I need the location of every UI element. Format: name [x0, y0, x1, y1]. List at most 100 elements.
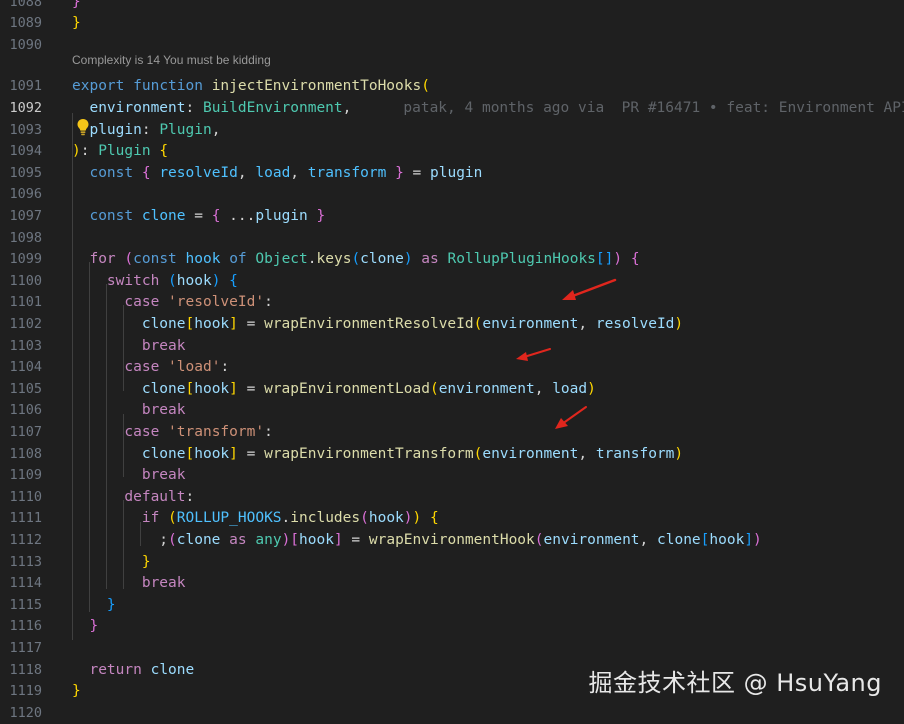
- code-line[interactable]: break: [62, 400, 904, 422]
- code-line[interactable]: }: [62, 13, 904, 35]
- code-token: hook: [185, 251, 221, 268]
- code-token: [: [185, 445, 195, 462]
- indent-guide: [106, 284, 107, 589]
- code-line[interactable]: plugin: Plugin,: [62, 120, 904, 142]
- line-number: 1104: [9, 359, 42, 376]
- code-token: :: [264, 423, 273, 440]
- code-editor[interactable]: 1088 1089 1090 1091 1092 1093 1094 1095 1096 1097…: [0, 0, 904, 721]
- code-token: plugin: [89, 121, 142, 138]
- code-token: case: [124, 359, 160, 376]
- line-number: 1110: [9, 488, 42, 505]
- code-token: }: [106, 596, 116, 613]
- code-line[interactable]: const clone = { ...plugin }: [62, 206, 904, 228]
- code-token: ,: [342, 99, 352, 116]
- code-token: break: [141, 402, 186, 419]
- code-line[interactable]: for (const hook of Object.keys(clone) as…: [62, 249, 904, 271]
- code-line-text: default:: [72, 487, 194, 509]
- code-token: :: [80, 143, 99, 160]
- code-token: =: [342, 531, 369, 548]
- line-number: 1108: [9, 445, 42, 462]
- code-token: .: [281, 510, 291, 527]
- code-token: const: [89, 164, 134, 181]
- code-line[interactable]: case 'resolveId':: [62, 292, 904, 314]
- code-area[interactable]: }} export function injectEnvironmentToHoo…: [62, 0, 904, 720]
- code-token: Plugin: [98, 143, 151, 160]
- code-line[interactable]: clone[hook] = wrapEnvironmentLoad(enviro…: [62, 379, 904, 401]
- code-token: {: [630, 251, 640, 268]
- line-number: 1112: [9, 531, 42, 548]
- code-token: ...: [220, 207, 256, 224]
- code-token: ]: [229, 445, 238, 462]
- code-line[interactable]: clone[hook] = wrapEnvironmentTransform(e…: [62, 444, 904, 466]
- code-line[interactable]: break: [62, 573, 904, 595]
- line-number: 1114: [9, 575, 42, 592]
- code-token: ): [674, 445, 684, 462]
- code-line[interactable]: if (ROLLUP_HOOKS.includes(hook)) {: [62, 508, 904, 530]
- code-token: keys: [316, 251, 352, 268]
- code-line[interactable]: export function injectEnvironmentToHooks…: [62, 76, 904, 98]
- code-token: {: [159, 143, 169, 160]
- code-line[interactable]: environment: BuildEnvironment, patak, 4 m…: [62, 98, 904, 120]
- code-line-text: }: [72, 616, 98, 638]
- code-line[interactable]: switch (hook) {: [62, 271, 904, 293]
- code-token: ROLLUP_HOOKS: [176, 510, 282, 527]
- line-number: 1118: [9, 661, 42, 678]
- code-token: (: [360, 510, 369, 527]
- code-token: ): [587, 380, 596, 397]
- code-token: ): [403, 251, 413, 268]
- code-token: wrapEnvironmentLoad: [264, 380, 430, 397]
- code-line[interactable]: }: [62, 0, 904, 13]
- code-token: clone: [141, 207, 186, 224]
- code-line[interactable]: const { resolveId, load, transform } = p…: [62, 163, 904, 185]
- code-token: :: [220, 359, 230, 376]
- code-line[interactable]: [62, 184, 904, 206]
- code-token: load: [255, 164, 291, 181]
- line-number: 1093: [9, 121, 42, 138]
- code-line[interactable]: [62, 638, 904, 660]
- code-token: {: [141, 164, 151, 181]
- code-token: case: [124, 294, 160, 311]
- code-line[interactable]: }: [62, 552, 904, 574]
- code-line-text: ;(clone as any)[hook] = wrapEnvironmentH…: [72, 530, 761, 552]
- code-token: ): [412, 510, 422, 527]
- code-line-text: }: [72, 552, 151, 574]
- code-token: (: [168, 531, 177, 548]
- line-number: 1105: [9, 380, 42, 397]
- code-line[interactable]: clone[hook] = wrapEnvironmentResolveId(e…: [62, 314, 904, 336]
- code-line[interactable]: case 'transform':: [62, 422, 904, 444]
- code-line[interactable]: case 'load':: [62, 357, 904, 379]
- code-line-text: const { resolveId, load, transform } = p…: [72, 163, 482, 185]
- code-line[interactable]: default:: [62, 487, 904, 509]
- code-line[interactable]: ): Plugin {: [62, 141, 904, 163]
- codelens-complexity[interactable]: Complexity is 14 You must be kidding: [72, 53, 271, 67]
- code-token: break: [141, 467, 186, 484]
- code-line[interactable]: }: [62, 595, 904, 617]
- line-number: 1103: [9, 337, 42, 354]
- code-line[interactable]: [62, 703, 904, 724]
- code-token: transform: [307, 164, 387, 181]
- code-token: ]: [229, 380, 238, 397]
- code-token: hook: [368, 510, 404, 527]
- code-token: as: [229, 531, 247, 548]
- code-line[interactable]: [62, 228, 904, 250]
- code-token: ): [674, 315, 684, 332]
- code-line[interactable]: }: [62, 616, 904, 638]
- code-token: }: [72, 0, 81, 10]
- lightbulb-icon[interactable]: [76, 118, 90, 136]
- code-line[interactable]: break: [62, 465, 904, 487]
- code-token: =: [403, 164, 431, 181]
- code-token: [: [290, 531, 300, 548]
- code-token: function: [133, 78, 203, 95]
- code-token: 'load': [168, 359, 221, 376]
- code-line[interactable]: break: [62, 336, 904, 358]
- code-line[interactable]: ;(clone as any)[hook] = wrapEnvironmentH…: [62, 530, 904, 552]
- code-line-text: }: [72, 681, 81, 703]
